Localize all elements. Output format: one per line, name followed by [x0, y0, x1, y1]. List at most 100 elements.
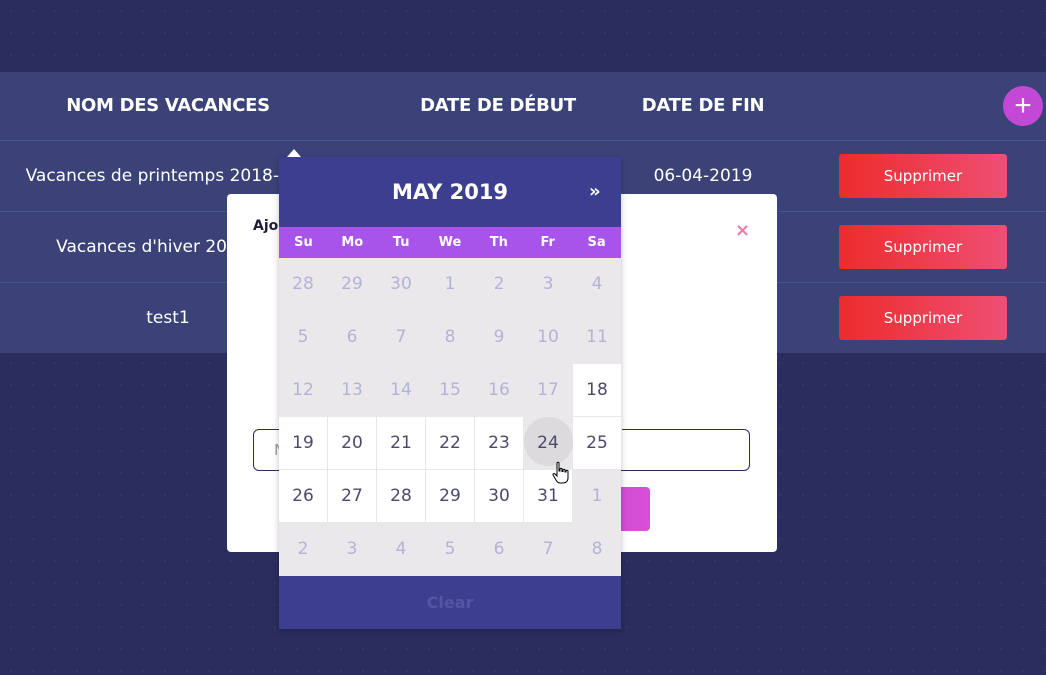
- day-number: 29: [341, 274, 363, 294]
- day-number: 3: [346, 539, 358, 559]
- day-number: 30: [390, 274, 412, 294]
- day-number: 5: [297, 327, 309, 347]
- day-number: 3: [542, 274, 554, 294]
- day-number: 17: [537, 380, 559, 400]
- day-cell[interactable]: 21: [377, 417, 426, 470]
- weekday-label: Su: [294, 235, 313, 250]
- day-number: 27: [341, 486, 363, 506]
- day-cell[interactable]: 27: [328, 470, 377, 523]
- day-cell[interactable]: 17: [524, 364, 572, 416]
- day-number: 28: [292, 274, 314, 294]
- day-number: 7: [542, 539, 554, 559]
- close-icon[interactable]: ×: [735, 220, 750, 241]
- day-number: 1: [444, 274, 456, 294]
- weekday-label: Sa: [587, 235, 606, 250]
- day-number: 21: [390, 433, 412, 453]
- datepicker-pointer: [287, 149, 301, 157]
- day-cell[interactable]: 1: [573, 470, 621, 522]
- delete-button[interactable]: Supprimer: [839, 225, 1007, 269]
- day-cell[interactable]: 13: [328, 364, 376, 416]
- column-header-start-date: DATE DE DÉBUT: [420, 95, 576, 116]
- day-number: 13: [341, 380, 363, 400]
- day-number: 8: [444, 327, 456, 347]
- day-cell[interactable]: 9: [475, 311, 523, 363]
- day-number: 4: [395, 539, 407, 559]
- holiday-name: Vacances d'hiver 20: [56, 237, 227, 257]
- day-number: 31: [537, 486, 559, 506]
- day-cell[interactable]: 15: [426, 364, 474, 416]
- day-cell[interactable]: 1: [426, 258, 474, 310]
- day-number: 19: [292, 433, 314, 453]
- day-cell[interactable]: 2: [475, 258, 523, 310]
- day-number: 6: [493, 539, 505, 559]
- datepicker: MAY 2019 » Su Mo Tu We Th Fr Sa 28 29 30 1 2 3 4 5 6 7 8…: [279, 149, 622, 629]
- day-cell[interactable]: 19: [279, 417, 328, 470]
- day-cell[interactable]: 29: [426, 470, 475, 523]
- day-number: 2: [297, 539, 309, 559]
- day-number: 11: [586, 327, 608, 347]
- day-cell[interactable]: 6: [475, 523, 523, 575]
- day-cell[interactable]: 20: [328, 417, 377, 470]
- day-cell[interactable]: 30: [475, 470, 524, 523]
- day-cell[interactable]: 29: [328, 258, 376, 310]
- day-cell[interactable]: 14: [377, 364, 425, 416]
- day-cell[interactable]: 3: [524, 258, 572, 310]
- day-number: 28: [390, 486, 412, 506]
- day-number: 16: [488, 380, 510, 400]
- next-month-icon[interactable]: »: [589, 157, 601, 227]
- day-cell[interactable]: 4: [377, 523, 425, 575]
- weekday-label: We: [438, 235, 462, 250]
- day-cell[interactable]: 8: [573, 523, 621, 575]
- day-cell[interactable]: 26: [279, 470, 328, 523]
- day-cell[interactable]: 11: [573, 311, 621, 363]
- day-cell[interactable]: 18: [573, 364, 622, 417]
- day-number: 10: [537, 327, 559, 347]
- day-cell[interactable]: 28: [377, 470, 426, 523]
- day-number: 1: [591, 486, 603, 506]
- datepicker-header: MAY 2019 »: [279, 157, 621, 227]
- weekday-label: Mo: [341, 235, 364, 250]
- day-number: 30: [488, 486, 510, 506]
- day-cell[interactable]: 5: [279, 311, 327, 363]
- day-cell[interactable]: 2: [279, 523, 327, 575]
- column-header-name: NOM DES VACANCES: [66, 95, 270, 116]
- day-cell[interactable]: 30: [377, 258, 425, 310]
- day-number: 29: [439, 486, 461, 506]
- day-number: 6: [346, 327, 358, 347]
- day-number: 14: [390, 380, 412, 400]
- day-cell[interactable]: 23: [475, 417, 524, 470]
- add-holiday-button[interactable]: +: [1003, 86, 1043, 126]
- delete-button[interactable]: Supprimer: [839, 154, 1007, 198]
- datepicker-month-title[interactable]: MAY 2019: [279, 157, 621, 227]
- day-number: 7: [395, 327, 407, 347]
- day-cell[interactable]: 12: [279, 364, 327, 416]
- day-cell[interactable]: 3: [328, 523, 376, 575]
- day-number: 26: [292, 486, 314, 506]
- day-number: 4: [591, 274, 603, 294]
- delete-button[interactable]: Supprimer: [839, 296, 1007, 340]
- day-cell[interactable]: 10: [524, 311, 572, 363]
- day-cell[interactable]: 5: [426, 523, 474, 575]
- day-number: 20: [341, 433, 363, 453]
- day-cell[interactable]: 16: [475, 364, 523, 416]
- day-cell[interactable]: 6: [328, 311, 376, 363]
- day-cell[interactable]: 7: [377, 311, 425, 363]
- clear-button[interactable]: Clear: [279, 576, 621, 629]
- day-number: 22: [439, 433, 461, 453]
- weekday-label: Tu: [392, 235, 410, 250]
- day-grid: 28 29 30 1 2 3 4 5 6 7 8 9 10 11 12 13 14 15 16 17 18 19 20 21 2…: [279, 258, 622, 576]
- day-cell[interactable]: 25: [573, 417, 622, 470]
- weekday-label: Fr: [540, 235, 555, 250]
- day-cell[interactable]: 7: [524, 523, 572, 575]
- day-cell[interactable]: 22: [426, 417, 475, 470]
- day-cell[interactable]: 4: [573, 258, 621, 310]
- day-number: 9: [493, 327, 505, 347]
- modal-title: Ajo: [253, 218, 279, 234]
- day-cell[interactable]: 28: [279, 258, 327, 310]
- column-header-end-date: DATE DE FIN: [641, 95, 765, 116]
- weekday-header: Su Mo Tu We Th Fr Sa: [279, 227, 621, 258]
- day-number: 23: [488, 433, 510, 453]
- day-number: 12: [292, 380, 314, 400]
- day-cell[interactable]: 8: [426, 311, 474, 363]
- table-header: NOM DES VACANCES DATE DE DÉBUT DATE DE F…: [0, 72, 1046, 141]
